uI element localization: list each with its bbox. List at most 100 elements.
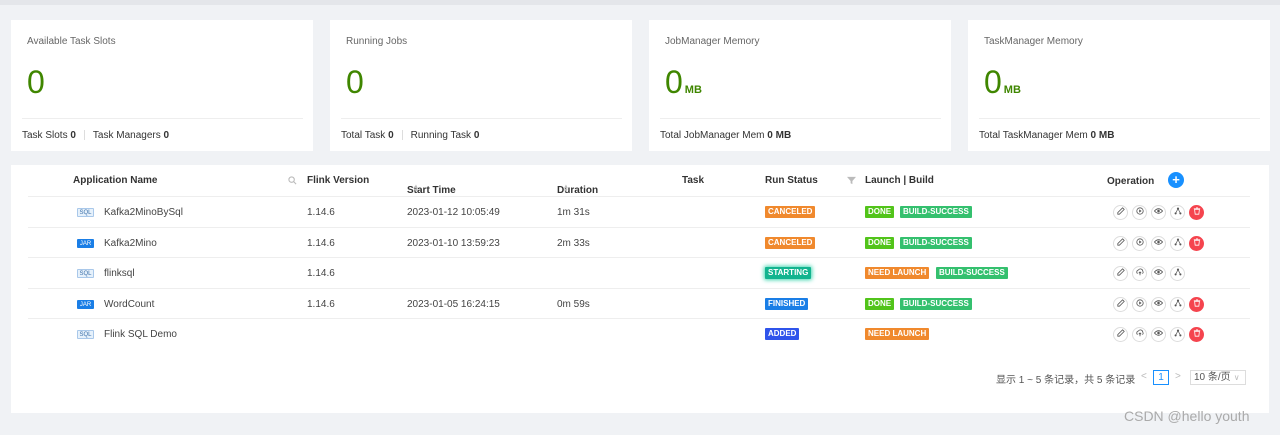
- flink-version: 1.14.6: [307, 268, 335, 280]
- stat-footer: Total Task 0 Running Task 0: [341, 130, 480, 141]
- flow-graph-icon[interactable]: [1170, 205, 1185, 220]
- edit-icon[interactable]: [1113, 266, 1128, 282]
- delete-icon[interactable]: [1189, 327, 1204, 343]
- table-row: SQL flinksql 1.14.6 STARTING NEED LAUNCH BUIL…: [28, 257, 1250, 287]
- eye-icon[interactable]: [1151, 205, 1166, 220]
- column-header-application-name: Application Name: [73, 175, 158, 186]
- table-row: SQL Flink SQL Demo ADDED NEED LAUNCH: [28, 318, 1250, 348]
- column-header-flink-version: Flink Version: [307, 175, 370, 186]
- column-header-task: Task: [682, 175, 705, 186]
- table-row: JAR WordCount 1.14.6 2023-01-05 16:24:15 0m …: [28, 287, 1250, 318]
- launch-status-badge: DONE: [865, 297, 895, 310]
- divider: [22, 118, 303, 119]
- stat-footer: Total JobManager Mem 0 MB: [660, 130, 792, 141]
- page-size-select[interactable]: 10 条/页 ∨: [1190, 370, 1246, 385]
- eye-icon[interactable]: [1151, 296, 1166, 312]
- flink-version: 1.14.6: [307, 298, 335, 310]
- eye-icon[interactable]: [1151, 327, 1166, 343]
- table-header: Application Name Flink Version Start Tim…: [11, 165, 1269, 196]
- eye-icon[interactable]: [1151, 235, 1166, 251]
- stat-value: 0: [27, 64, 45, 100]
- stat-value: 0 MB: [984, 64, 1021, 100]
- start-time: 2023-01-10 13:59:23: [407, 237, 500, 249]
- duration: 2m 33s: [557, 237, 590, 249]
- delete-icon[interactable]: [1189, 205, 1204, 220]
- run-status-badge: ADDED: [765, 328, 800, 341]
- add-application-button[interactable]: +: [1168, 172, 1184, 188]
- application-name[interactable]: WordCount: [104, 299, 154, 310]
- next-page-button[interactable]: >: [1175, 371, 1181, 382]
- build-status-badge: BUILD-SUCCESS: [900, 236, 972, 249]
- edit-icon[interactable]: [1113, 327, 1128, 343]
- build-status-badge: BUILD-SUCCESS: [936, 267, 1008, 280]
- flow-graph-icon[interactable]: [1170, 266, 1185, 282]
- divider: [979, 118, 1260, 119]
- duration: 0m 59s: [557, 298, 590, 310]
- flow-graph-icon[interactable]: [1170, 296, 1185, 312]
- stat-footer: Task Slots 0 Task Managers 0: [22, 130, 170, 141]
- job-type-tag: JAR: [77, 238, 94, 248]
- play-icon[interactable]: [1132, 205, 1147, 220]
- filter-icon[interactable]: [847, 176, 856, 187]
- stat-title: Available Task Slots: [27, 36, 116, 47]
- launch-status-badge: NEED LAUNCH: [865, 267, 930, 280]
- stat-title: TaskManager Memory: [984, 36, 1083, 47]
- edit-icon[interactable]: [1113, 296, 1128, 312]
- flink-version: 1.14.6: [307, 237, 335, 249]
- top-bar: [0, 0, 1280, 5]
- application-name[interactable]: flinksql: [104, 268, 135, 279]
- application-name[interactable]: Kafka2MinoBySql: [104, 207, 183, 218]
- stat-value: 0 MB: [665, 64, 702, 100]
- chevron-down-icon: ∨: [1233, 373, 1240, 382]
- column-header-operation: Operation: [1107, 176, 1155, 187]
- stat-footer: Total TaskManager Mem 0 MB: [979, 130, 1115, 141]
- pagination-summary: 显示 1 ~ 5 条记录，共 5 条记录: [996, 375, 1136, 386]
- run-status-badge: STARTING: [765, 267, 812, 280]
- column-header-run-status: Run Status: [765, 175, 818, 186]
- run-status-badge: FINISHED: [765, 297, 809, 310]
- start-time: 2023-01-05 16:24:15: [407, 298, 500, 310]
- stat-unit: MB: [1003, 84, 1021, 96]
- delete-icon[interactable]: [1189, 235, 1204, 251]
- sort-icon[interactable]: ▲ ▼: [413, 184, 419, 194]
- application-name[interactable]: Flink SQL Demo: [104, 329, 177, 340]
- upload-icon[interactable]: [1132, 266, 1147, 282]
- stat-value: 0: [346, 64, 364, 100]
- edit-icon[interactable]: [1113, 235, 1128, 251]
- stat-card-taskmanager-memory: TaskManager Memory 0 MB Total TaskManager…: [968, 20, 1270, 151]
- application-name[interactable]: Kafka2Mino: [104, 238, 157, 249]
- edit-icon[interactable]: [1113, 205, 1128, 220]
- launch-status-badge: NEED LAUNCH: [865, 328, 930, 341]
- stat-card-jobmanager-memory: JobManager Memory 0 MB Total JobManager M…: [649, 20, 951, 151]
- eye-icon[interactable]: [1151, 266, 1166, 282]
- play-icon[interactable]: [1132, 235, 1147, 251]
- table-row: SQL Kafka2MinoBySql 1.14.6 2023-01-12 10:05…: [28, 196, 1250, 226]
- play-icon[interactable]: [1132, 296, 1147, 312]
- launch-status-badge: DONE: [865, 236, 895, 249]
- run-status-badge: CANCELED: [765, 206, 816, 218]
- upload-icon[interactable]: [1132, 327, 1147, 343]
- prev-page-button[interactable]: <: [1141, 371, 1147, 382]
- job-type-tag: SQL: [77, 330, 94, 340]
- sort-icon[interactable]: ▲ ▼: [563, 184, 569, 194]
- divider: [341, 118, 622, 119]
- run-status-badge: CANCELED: [765, 236, 816, 249]
- column-header-launch-build: Launch | Build: [865, 175, 934, 186]
- table-row: JAR Kafka2Mino 1.14.6 2023-01-10 13:59:23 2m…: [28, 226, 1250, 257]
- build-status-badge: BUILD-SUCCESS: [900, 206, 972, 218]
- watermark: CSDN @hello youth: [1124, 408, 1250, 424]
- build-status-badge: BUILD-SUCCESS: [900, 297, 972, 310]
- stat-title: JobManager Memory: [665, 36, 760, 47]
- stat-card-running-jobs: Running Jobs 0 Total Task 0 Running Task …: [330, 20, 632, 151]
- flow-graph-icon[interactable]: [1170, 235, 1185, 251]
- job-type-tag: SQL: [77, 269, 94, 279]
- flow-graph-icon[interactable]: [1170, 327, 1185, 343]
- delete-icon[interactable]: [1189, 296, 1204, 312]
- start-time: 2023-01-12 10:05:49: [407, 207, 500, 218]
- application-table-panel: Application Name Flink Version Start Tim…: [11, 165, 1269, 413]
- page-1-button[interactable]: 1: [1153, 370, 1169, 385]
- stat-title: Running Jobs: [346, 36, 408, 47]
- search-icon[interactable]: [288, 176, 297, 187]
- stat-card-task-slots: Available Task Slots 0 Task Slots 0 Task …: [11, 20, 313, 151]
- duration: 1m 31s: [557, 207, 590, 218]
